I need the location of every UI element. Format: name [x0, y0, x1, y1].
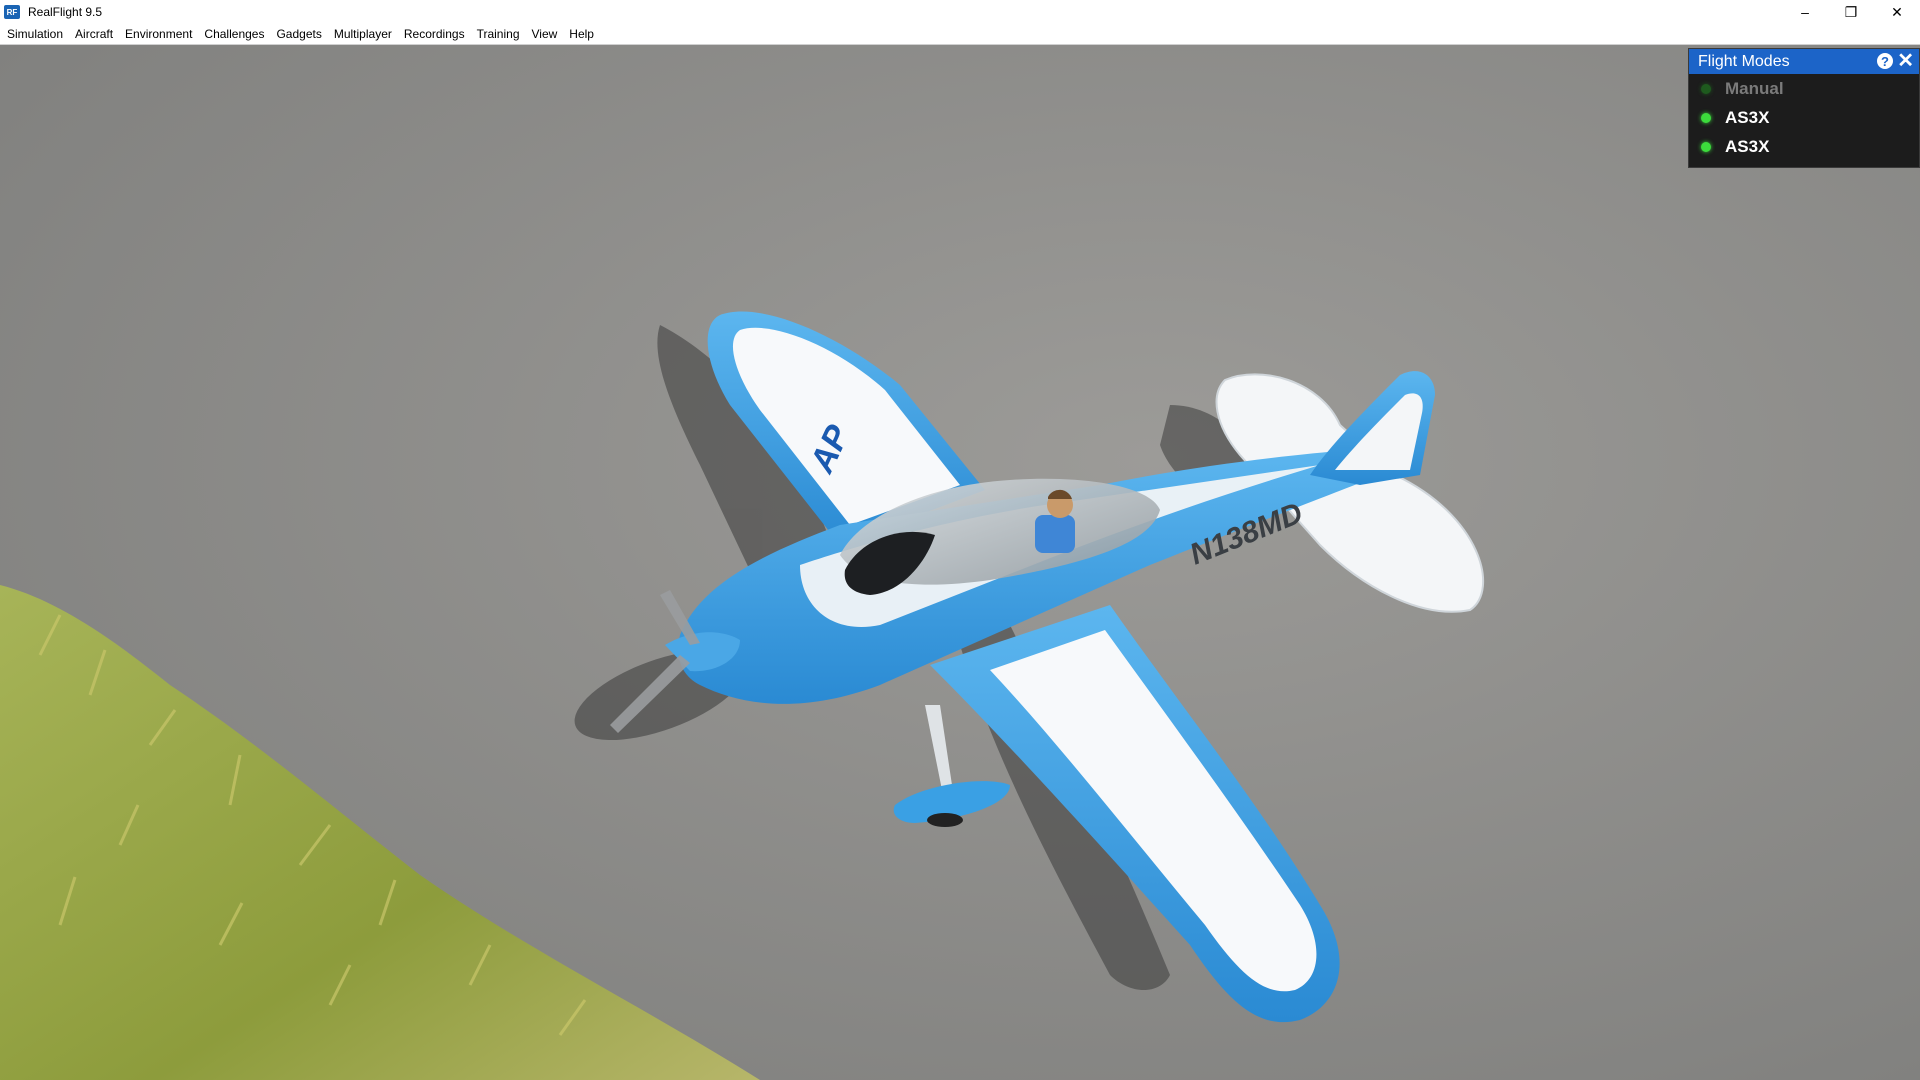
flight-mode-row: Manual	[1689, 74, 1919, 103]
close-icon[interactable]: ✕	[1897, 50, 1914, 72]
scene-svg: N138MD AP	[0, 45, 1920, 1080]
restore-button[interactable]: ❐	[1828, 0, 1874, 24]
menu-view[interactable]: View	[526, 24, 564, 44]
simulation-viewport[interactable]: N138MD AP	[0, 45, 1920, 1080]
flight-mode-label: AS3X	[1725, 136, 1770, 156]
minimize-button[interactable]: –	[1782, 0, 1828, 24]
flight-modes-panel: Flight Modes ? ✕ Manual AS3X AS3X	[1688, 48, 1920, 168]
flight-mode-label: AS3X	[1725, 107, 1770, 127]
menu-gadgets[interactable]: Gadgets	[270, 24, 327, 44]
close-button[interactable]: ✕	[1874, 0, 1920, 24]
help-icon[interactable]: ?	[1877, 53, 1893, 69]
flight-mode-row: AS3X	[1689, 132, 1919, 161]
mode-status-led-icon	[1701, 141, 1711, 152]
realflight-app-icon: RF	[4, 5, 20, 19]
flight-modes-title: Flight Modes	[1698, 52, 1790, 70]
window-controls: – ❐ ✕	[1782, 0, 1920, 24]
menu-training[interactable]: Training	[471, 24, 526, 44]
menu-simulation[interactable]: Simulation	[0, 24, 69, 44]
menu-challenges[interactable]: Challenges	[198, 24, 270, 44]
wheel	[927, 813, 963, 827]
flight-modes-header: Flight Modes ? ✕	[1689, 49, 1919, 74]
flight-mode-row: AS3X	[1689, 103, 1919, 132]
menu-environment[interactable]: Environment	[119, 24, 198, 44]
window-title: RealFlight 9.5	[28, 5, 103, 19]
menu-bar: Simulation Aircraft Environment Challeng…	[0, 24, 1920, 45]
mode-status-led-icon	[1701, 83, 1711, 94]
flight-mode-label: Manual	[1725, 78, 1784, 98]
mode-status-led-icon	[1701, 112, 1711, 123]
title-bar: RF RealFlight 9.5 – ❐ ✕	[0, 0, 1920, 24]
menu-help[interactable]: Help	[563, 24, 600, 44]
menu-recordings[interactable]: Recordings	[398, 24, 471, 44]
menu-aircraft[interactable]: Aircraft	[69, 24, 119, 44]
menu-multiplayer[interactable]: Multiplayer	[328, 24, 398, 44]
